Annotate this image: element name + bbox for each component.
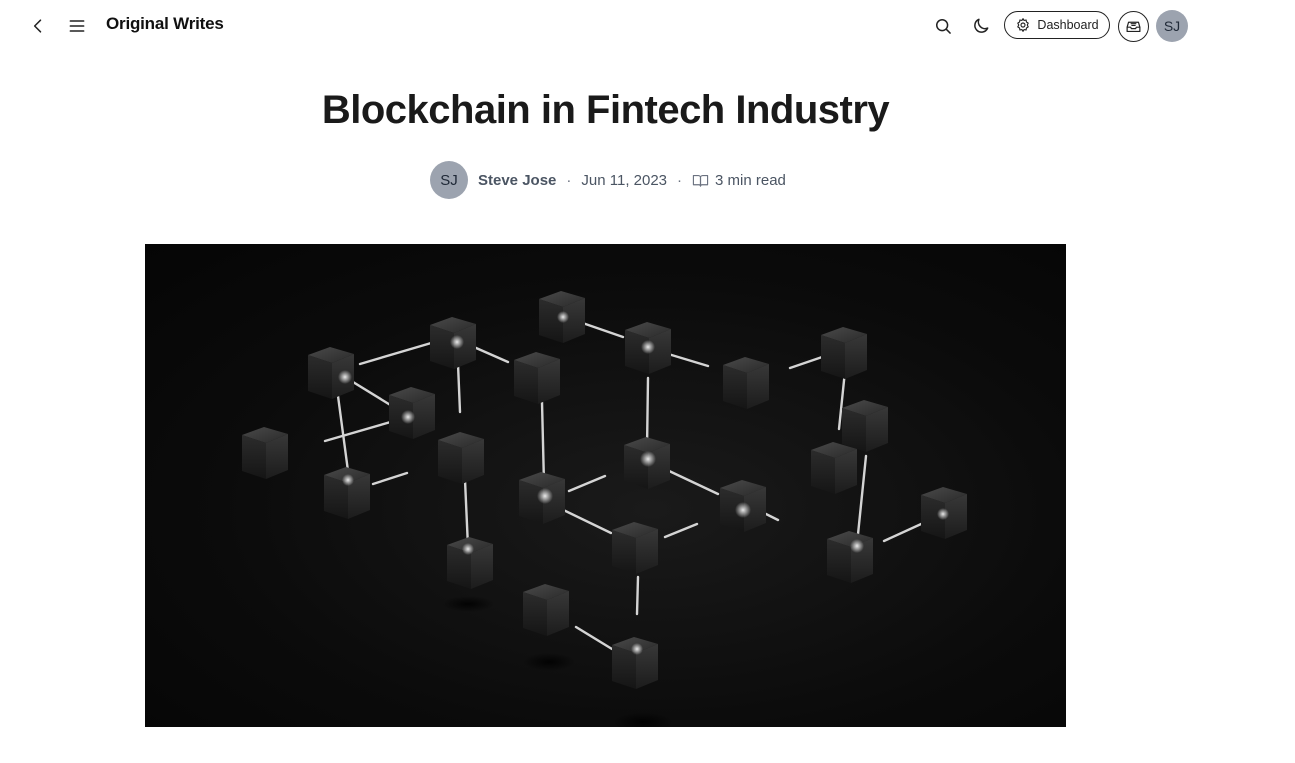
- moon-icon: [974, 18, 989, 33]
- meta-separator: ·: [677, 171, 683, 189]
- inbox-button[interactable]: [1118, 11, 1149, 42]
- publish-date: Jun 11, 2023: [581, 171, 668, 189]
- top-navigation-bar: Original Writes Dashboard SJ: [0, 0, 1295, 52]
- dashboard-button[interactable]: Dashboard: [1004, 11, 1110, 39]
- read-time-label: 3 min read: [715, 171, 786, 189]
- blockchain-network-illustration: [242, 291, 967, 727]
- open-book-icon: [692, 174, 709, 187]
- meta-separator: ·: [566, 171, 572, 189]
- read-time: 3 min read: [692, 172, 786, 189]
- inbox-icon: [1126, 21, 1141, 33]
- search-button[interactable]: [931, 14, 955, 38]
- article-title: Blockchain in Fintech Industry: [321, 88, 890, 132]
- back-button[interactable]: [26, 14, 50, 38]
- gear-icon: [1017, 18, 1030, 32]
- blog-brand-link[interactable]: Original Writes: [106, 14, 224, 34]
- author-avatar[interactable]: SJ: [430, 161, 468, 199]
- hamburger-menu-icon: [69, 20, 85, 32]
- article-meta: SJ Steve Jose · Jun 11, 2023 · 3 min rea…: [430, 160, 786, 200]
- author-name[interactable]: Steve Jose: [478, 172, 556, 189]
- cover-image: [145, 244, 1066, 727]
- search-icon: [936, 19, 951, 34]
- dashboard-label: Dashboard: [1037, 18, 1099, 32]
- theme-toggle-button[interactable]: [969, 14, 993, 38]
- user-avatar[interactable]: SJ: [1156, 10, 1188, 42]
- chevron-left-icon: [33, 19, 42, 33]
- menu-button[interactable]: [65, 14, 89, 38]
